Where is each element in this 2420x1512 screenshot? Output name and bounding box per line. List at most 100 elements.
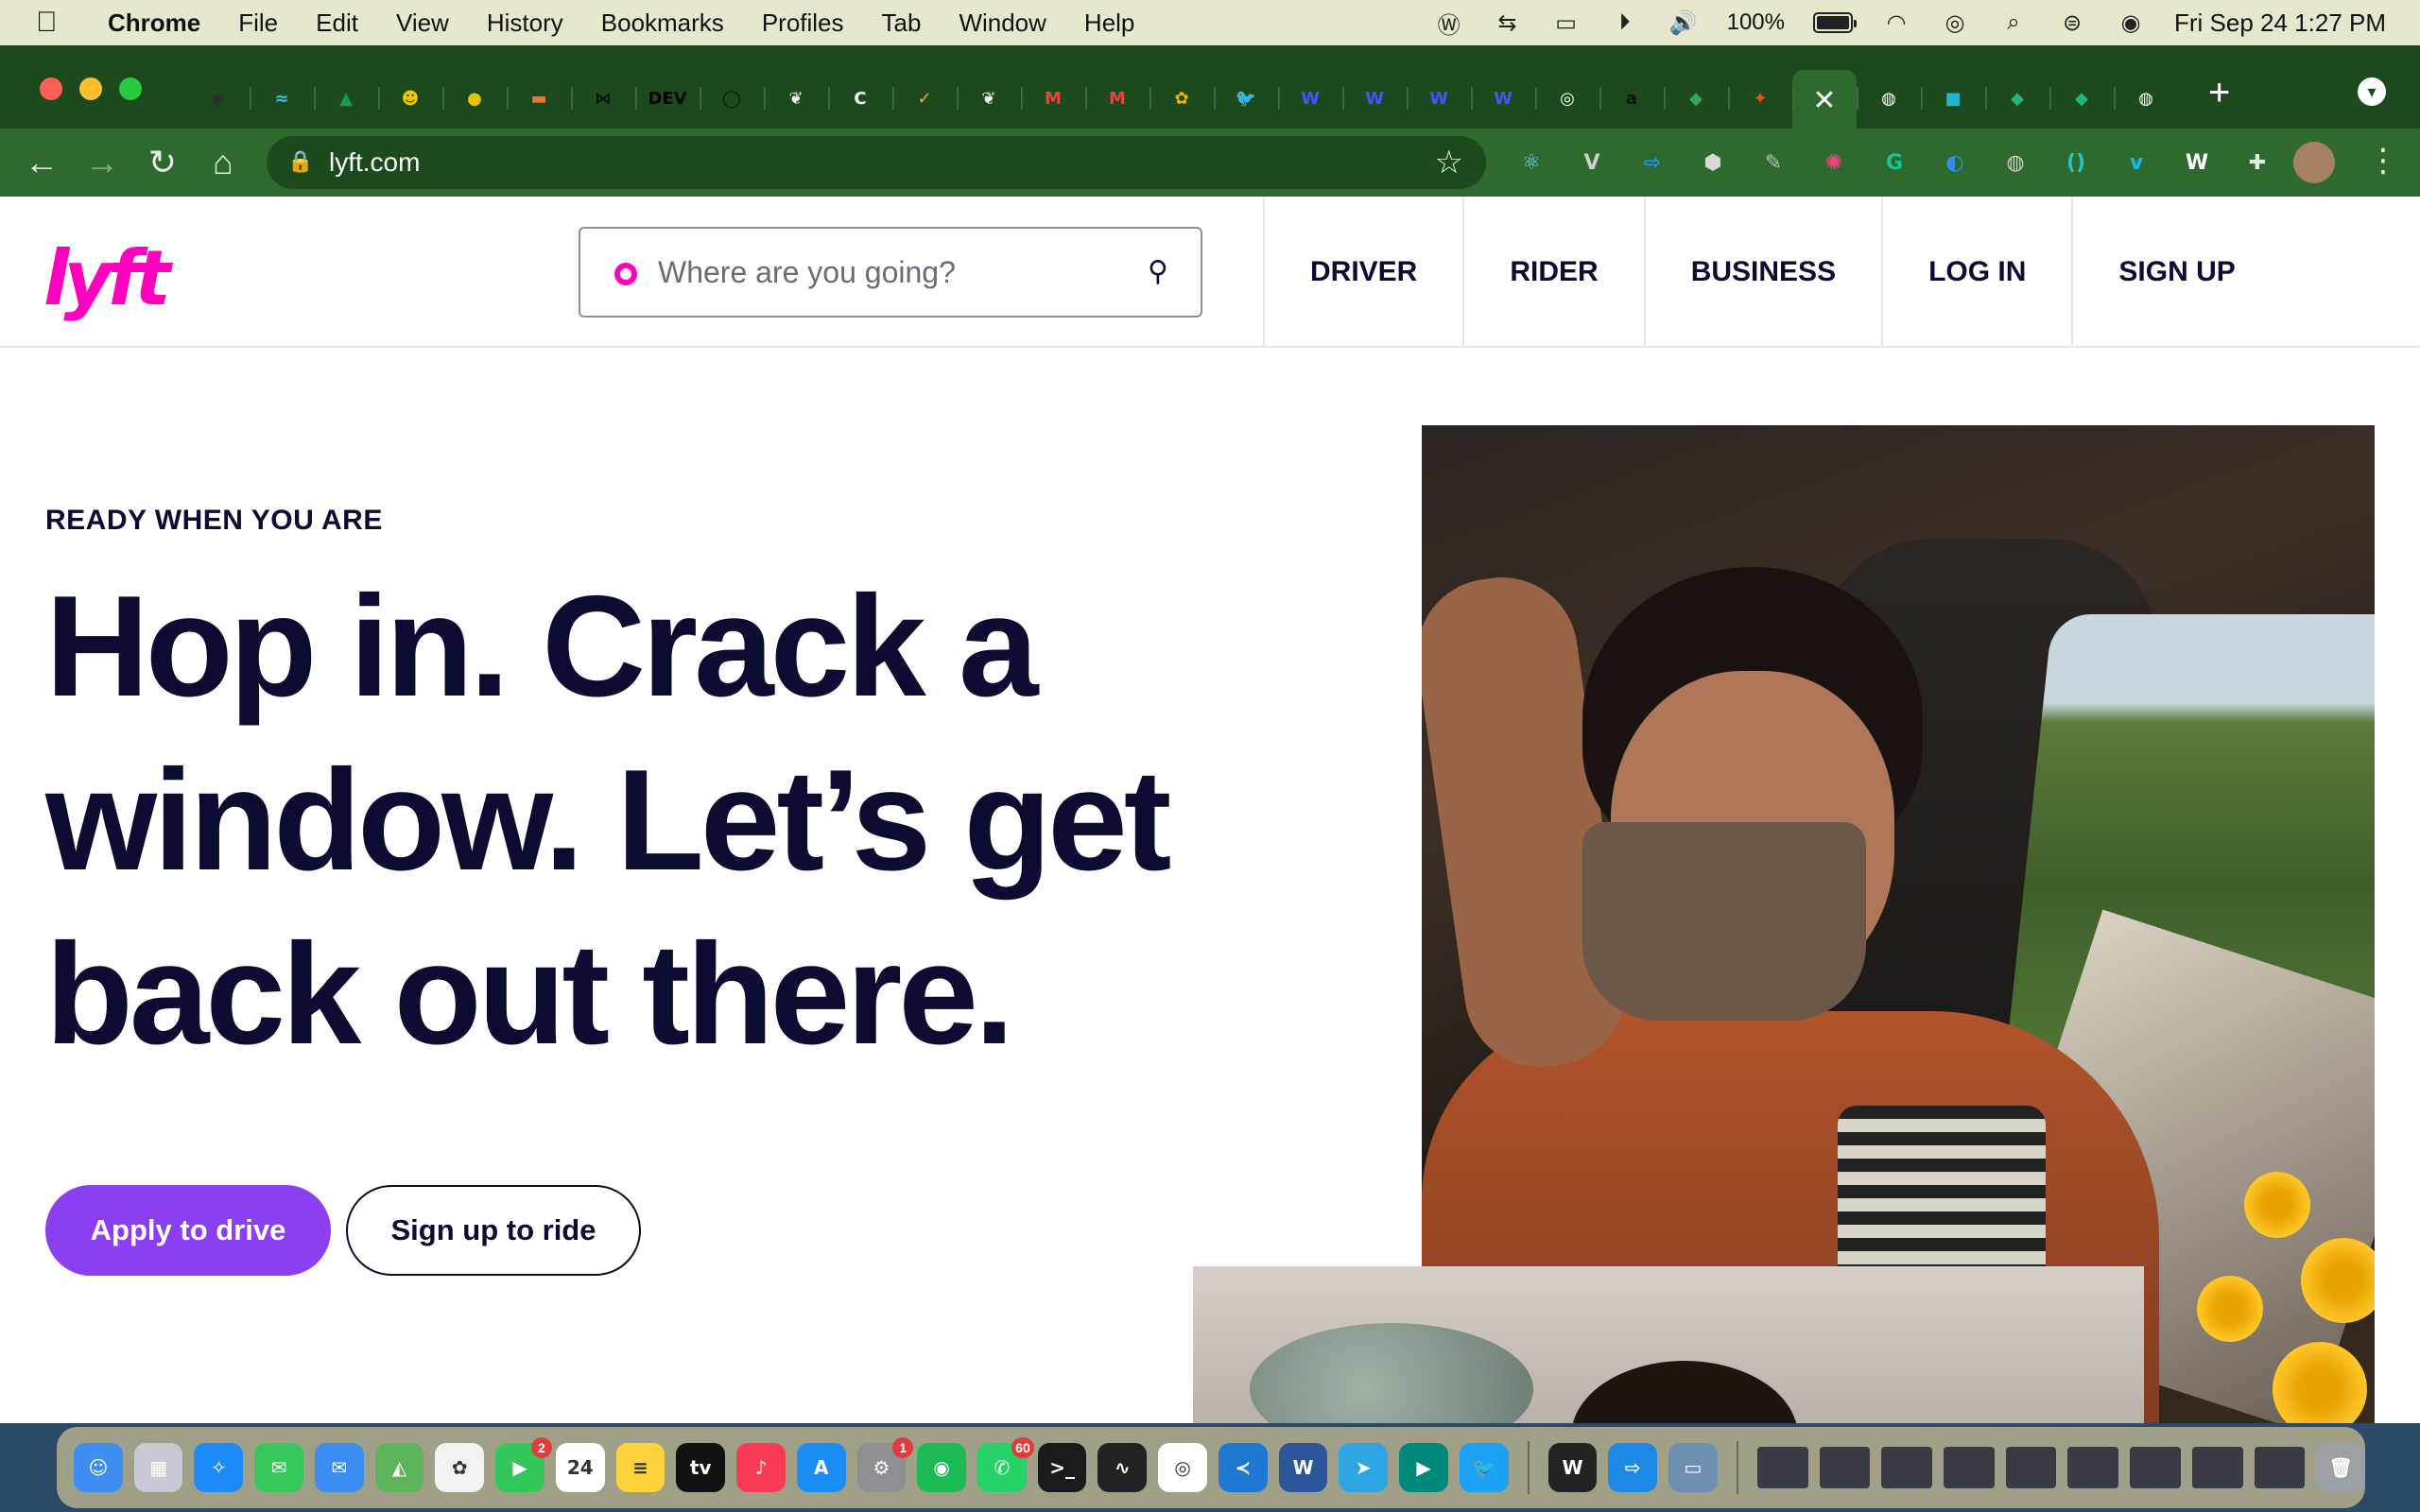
w-circle-icon[interactable]: W	[2176, 142, 2218, 183]
arrow-box-icon[interactable]: ⇨	[1632, 142, 1673, 183]
minimized-window-thumbnail[interactable]	[2130, 1447, 2181, 1488]
bookmark-star-icon[interactable]: ☆	[1435, 144, 1463, 181]
minimized-window-thumbnail[interactable]	[2254, 1447, 2306, 1488]
menu-file[interactable]: File	[238, 9, 278, 38]
chrome-menu-icon[interactable]: ⋮	[2367, 142, 2399, 180]
minimized-window-thumbnail[interactable]	[1943, 1447, 1995, 1488]
tab[interactable]: 🐦	[1214, 70, 1278, 127]
tab[interactable]: M	[1085, 70, 1150, 127]
profile-avatar[interactable]	[2293, 142, 2335, 183]
home-button[interactable]: ⌂	[202, 142, 244, 183]
tab[interactable]: ▲	[314, 70, 378, 127]
transfer-status-icon[interactable]: ⇆	[1493, 9, 1523, 36]
menubar-clock[interactable]: Fri Sep 24 1:27 PM	[2174, 9, 2386, 38]
tab[interactable]: ≈	[250, 70, 314, 127]
w-status-icon[interactable]: Ⓦ	[1434, 9, 1464, 39]
forward-button[interactable]: →	[81, 142, 123, 183]
apply-to-drive-button[interactable]: Apply to drive	[45, 1185, 331, 1276]
nav-rider[interactable]: RIDER	[1462, 197, 1643, 348]
calendar-icon[interactable]: 24	[555, 1443, 605, 1492]
photos-icon[interactable]: ✿	[435, 1443, 485, 1492]
tab[interactable]: W	[1278, 70, 1342, 127]
menu-history[interactable]: History	[487, 9, 563, 38]
tab[interactable]: a	[1599, 70, 1664, 127]
terminal-icon[interactable]: >_	[1037, 1443, 1087, 1492]
facetime-icon[interactable]: ▶ 2	[495, 1437, 552, 1492]
sign-up-to-ride-button[interactable]: Sign up to ride	[346, 1185, 641, 1276]
meet-icon[interactable]: ▶	[1399, 1443, 1448, 1492]
minimized-window-thumbnail[interactable]	[2191, 1447, 2243, 1488]
spotify-icon[interactable]: ◉	[917, 1443, 967, 1492]
edge-icon[interactable]: ◐	[1934, 142, 1976, 183]
close-icon[interactable]: ✕	[1809, 84, 1840, 117]
vimeo-icon[interactable]: v	[2116, 142, 2157, 183]
tab[interactable]: ◆	[2049, 70, 2114, 127]
arrow-dock-icon[interactable]: ⇨	[1608, 1443, 1658, 1492]
tab[interactable]: ☻	[378, 70, 442, 127]
tv-icon[interactable]: tv	[676, 1443, 726, 1492]
tab[interactable]: ◆	[1985, 70, 2049, 127]
menu-view[interactable]: View	[396, 9, 449, 38]
nav-business[interactable]: BUSINESS	[1643, 197, 1881, 348]
mail-icon[interactable]: ✉	[314, 1443, 364, 1492]
nav-log-in[interactable]: LOG IN	[1881, 197, 2071, 348]
settings-icon[interactable]: ⚙ 1	[856, 1437, 914, 1492]
nav-driver[interactable]: DRIVER	[1263, 197, 1462, 348]
menu-profiles[interactable]: Profiles	[762, 9, 844, 38]
lock-icon[interactable]: 🔒	[287, 149, 313, 174]
appstore-icon[interactable]: A	[796, 1443, 846, 1492]
tab[interactable]: M	[1021, 70, 1085, 127]
tab[interactable]: ◎	[1535, 70, 1599, 127]
tab[interactable]: ■	[1921, 70, 1985, 127]
react-icon[interactable]: ⚛	[1511, 142, 1552, 183]
menu-bookmarks[interactable]: Bookmarks	[601, 9, 724, 38]
minimized-window-thumbnail[interactable]	[1756, 1447, 1808, 1488]
menu-edit[interactable]: Edit	[316, 9, 358, 38]
destination-search[interactable]: Where are you going? ⚲	[579, 227, 1202, 318]
whatsapp-icon[interactable]: ✆ 60	[977, 1437, 1034, 1492]
cube-icon[interactable]: ⬢	[1692, 142, 1734, 183]
preview-icon[interactable]: ▭	[1668, 1443, 1718, 1492]
tab-active[interactable]: ✕	[1792, 70, 1857, 130]
chrome-dock-icon[interactable]: ◎	[1158, 1443, 1207, 1492]
spotlight-search-icon[interactable]: ⌕	[1998, 9, 2029, 36]
user-status-icon[interactable]: ◎	[1940, 9, 1970, 36]
play-circle-icon[interactable]: ⏵	[1610, 9, 1640, 36]
airplay-icon[interactable]: ▭	[1551, 9, 1582, 36]
tab[interactable]: ◍	[2114, 70, 2178, 127]
menu-app-name[interactable]: Chrome	[108, 9, 200, 38]
tab[interactable]: W	[1407, 70, 1471, 127]
finder-icon[interactable]: ☺	[74, 1443, 123, 1492]
music-icon[interactable]: ♪	[736, 1443, 786, 1492]
wifi-icon[interactable]: ◠	[1881, 9, 1911, 36]
tab[interactable]: ✿	[1150, 70, 1214, 127]
tab[interactable]: C	[828, 70, 892, 127]
siri-icon[interactable]: ◉	[2116, 9, 2146, 36]
tab[interactable]: ⋈	[571, 70, 635, 127]
tab[interactable]: ▬	[507, 70, 571, 127]
tab[interactable]: ❦	[764, 70, 828, 127]
minimized-window-thumbnail[interactable]	[2005, 1447, 2057, 1488]
back-button[interactable]: ←	[21, 142, 62, 183]
apple-menu-icon[interactable]: 	[36, 7, 74, 39]
minimize-window-button[interactable]	[79, 77, 102, 100]
minimized-window-thumbnail[interactable]	[2067, 1447, 2119, 1488]
tab[interactable]: ◍	[1857, 70, 1921, 127]
zoom-window-button[interactable]	[119, 77, 142, 100]
tab[interactable]: ●	[442, 70, 507, 127]
battery-icon[interactable]	[1813, 12, 1857, 33]
vue-icon[interactable]: V	[1571, 142, 1613, 183]
launchpad-icon[interactable]: ▦	[133, 1443, 183, 1492]
tab[interactable]: W	[1471, 70, 1535, 127]
activity-icon[interactable]: ∿	[1098, 1443, 1148, 1492]
trash-icon[interactable]: 🗑	[2316, 1443, 2365, 1492]
wakatime-icon[interactable]: W	[1547, 1443, 1598, 1492]
reload-button[interactable]: ↻	[142, 142, 183, 183]
menu-tab[interactable]: Tab	[882, 9, 922, 38]
search-placeholder[interactable]: Where are you going?	[658, 255, 956, 290]
word-icon[interactable]: W	[1278, 1443, 1328, 1492]
close-window-button[interactable]	[40, 77, 62, 100]
telegram-icon[interactable]: ➤	[1339, 1443, 1389, 1492]
menu-window[interactable]: Window	[959, 9, 1046, 38]
tab[interactable]: ◉	[185, 70, 250, 127]
